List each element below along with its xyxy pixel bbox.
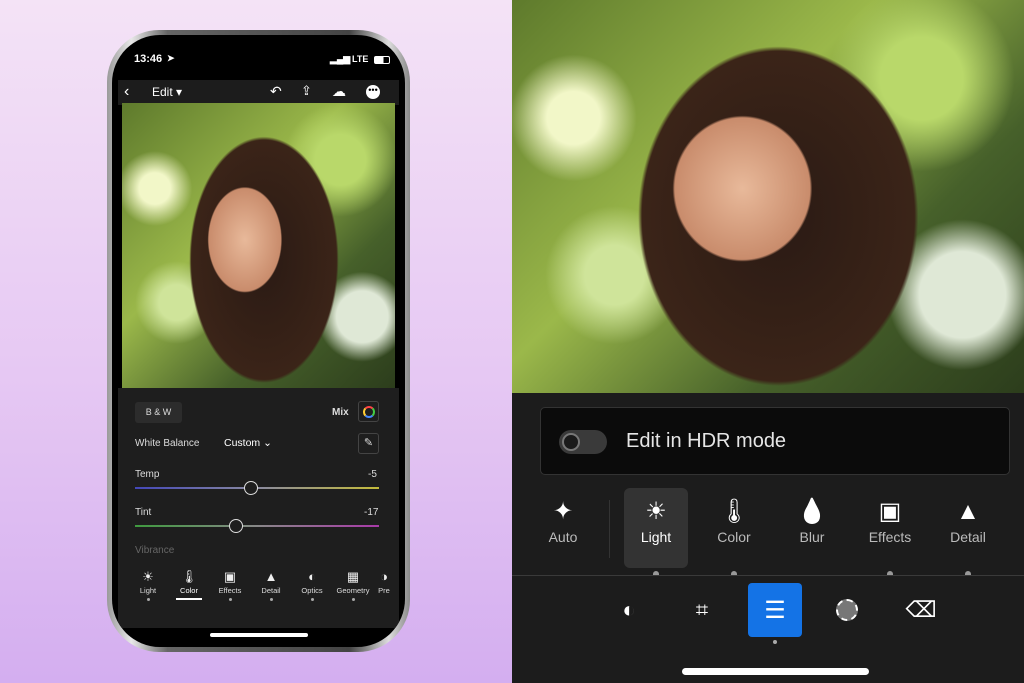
sun-icon: ☀ xyxy=(645,498,667,525)
effects-icon: ▣ xyxy=(223,569,237,584)
tool-label: Detail xyxy=(261,586,281,595)
tool-label: Optics xyxy=(301,586,323,595)
tool-label: Pre xyxy=(378,586,390,595)
thermometer-icon: 🌡 xyxy=(180,569,198,584)
tool-effects[interactable]: ▣ Effects xyxy=(210,568,250,601)
battery-icon xyxy=(374,56,390,64)
top-nav: ‹ Edit ▾ ↶ ⇪ ☁ ••• xyxy=(118,80,399,105)
effects-icon: ▣ xyxy=(878,498,902,525)
tool-detail[interactable]: ▲ Detail xyxy=(251,568,291,601)
hdr-toggle[interactable] xyxy=(559,430,607,454)
tool-dot xyxy=(146,598,150,601)
toggle-knob xyxy=(562,433,580,451)
divider xyxy=(512,575,1024,576)
tool-optics[interactable]: ◐ Optics xyxy=(292,568,332,601)
remix-icon[interactable]: ◐ xyxy=(609,590,649,630)
tool-label: Detail xyxy=(950,529,986,545)
edit-title: Edit xyxy=(152,85,173,99)
tint-slider[interactable] xyxy=(135,525,379,527)
temp-slider-knob[interactable] xyxy=(244,481,258,495)
status-time: 13:46 xyxy=(134,53,163,65)
tool-divider xyxy=(609,500,610,558)
white-balance-label: White Balance xyxy=(135,438,200,449)
bw-button[interactable]: B & W xyxy=(135,402,182,423)
tool-dot xyxy=(228,598,232,601)
tool-effects[interactable]: ▣ Effects xyxy=(858,495,922,545)
tool-bar: ☀ Light 🌡 Color ▣ Effects ▲ Detail ◐ Optics ▦… xyxy=(128,568,394,601)
tool-detail[interactable]: ▲ Detail xyxy=(936,495,1000,545)
tool-label: Blur xyxy=(799,529,825,545)
tint-value: -17 xyxy=(364,507,379,518)
masking-icon[interactable] xyxy=(827,590,867,630)
triangle-icon: ▲ xyxy=(264,569,278,584)
home-indicator xyxy=(682,668,869,675)
grid-icon: ▦ xyxy=(346,569,360,584)
tint-label: Tint xyxy=(135,507,152,518)
eraser-icon[interactable]: ⌫ xyxy=(901,590,941,630)
tool-light[interactable]: ☀ Light xyxy=(624,495,688,545)
thermometer-icon: 🌡 xyxy=(718,498,750,525)
location-icon: ➤ xyxy=(167,53,175,63)
share-icon[interactable]: ⇪ xyxy=(301,83,312,99)
adjustments-button[interactable]: ☰ xyxy=(748,583,802,637)
tool-auto[interactable]: ✦ Auto xyxy=(531,495,595,545)
temp-value: -5 xyxy=(368,469,377,480)
more-icon[interactable]: ••• xyxy=(366,85,380,99)
white-balance-dropdown[interactable]: Custom ⌄ xyxy=(224,437,272,449)
mix-button[interactable] xyxy=(358,401,379,422)
tool-color[interactable]: 🌡 Color xyxy=(169,568,209,601)
color-wheel-icon xyxy=(362,405,375,418)
active-dot xyxy=(773,640,777,644)
lens-icon: ◐ xyxy=(308,569,316,584)
tool-label: Effects xyxy=(218,586,242,595)
tool-label: Color xyxy=(180,586,198,595)
tool-light[interactable]: ☀ Light xyxy=(128,568,168,601)
vibrance-label: Vibrance xyxy=(135,545,175,556)
cloud-sync-icon[interactable]: ☁ xyxy=(332,83,346,100)
temp-label: Temp xyxy=(135,469,160,480)
tool-label: Light xyxy=(640,529,672,545)
back-icon[interactable]: ‹ xyxy=(124,83,129,101)
tool-geometry[interactable]: ▦ Geometry xyxy=(333,568,373,601)
photo-canvas[interactable] xyxy=(512,0,1024,393)
tool-label: Auto xyxy=(548,529,578,545)
hdr-card: Edit in HDR mode xyxy=(540,407,1010,475)
tool-color[interactable]: 🌡 Color xyxy=(702,495,766,545)
active-underline xyxy=(176,598,202,600)
presets-icon: ◑ xyxy=(380,569,388,584)
tint-slider-knob[interactable] xyxy=(229,519,243,533)
left-showcase: 13:46 ➤ ▂▄▆ LTE ‹ Edit ▾ ↶ ⇪ ☁ ••• B & W… xyxy=(0,0,512,683)
eyedropper-button[interactable]: ✎ xyxy=(358,433,379,454)
notch xyxy=(182,35,337,65)
signal-icon: ▂▄▆ xyxy=(330,54,351,64)
tool-label: Geometry xyxy=(336,586,370,595)
tool-blur[interactable]: 💧 Blur xyxy=(780,495,844,545)
hdr-label: Edit in HDR mode xyxy=(626,430,787,452)
auto-enhance-icon: ✦ xyxy=(552,498,574,525)
edit-menu[interactable]: Edit ▾ xyxy=(152,85,182,99)
sun-icon: ☀ xyxy=(142,569,154,584)
tool-label: Light xyxy=(139,586,157,595)
network-label: LTE xyxy=(352,54,369,64)
home-indicator xyxy=(210,633,308,637)
phone-frame: 13:46 ➤ ▂▄▆ LTE ‹ Edit ▾ ↶ ⇪ ☁ ••• B & W… xyxy=(107,30,410,652)
tool-dot xyxy=(351,598,355,601)
mix-label: Mix xyxy=(332,407,349,418)
droplet-icon: 💧 xyxy=(797,498,827,525)
tool-label: Effects xyxy=(868,529,912,545)
undo-icon[interactable]: ↶ xyxy=(270,83,282,100)
tool-presets[interactable]: ◑ Pre xyxy=(374,568,394,601)
sliders-icon: ☰ xyxy=(764,596,786,624)
color-panel: B & W Mix White Balance Custom ⌄ ✎ Temp … xyxy=(118,388,399,628)
tool-dot xyxy=(310,598,314,601)
white-balance-value: Custom xyxy=(224,437,261,449)
photo-preview[interactable] xyxy=(122,103,395,388)
triangle-icon: ▲ xyxy=(956,498,980,525)
tool-dot xyxy=(269,598,273,601)
tool-label: Color xyxy=(717,529,751,545)
crop-icon[interactable]: ⌗ xyxy=(682,590,722,630)
